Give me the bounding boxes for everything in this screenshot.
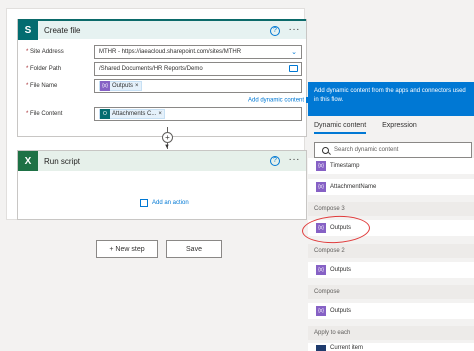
excel-icon: X xyxy=(18,151,38,171)
run-script-header[interactable]: X Run script ? ··· xyxy=(18,151,306,171)
help-icon[interactable]: ? xyxy=(270,26,280,36)
list-item[interactable]: {x} Timestamp xyxy=(308,158,474,174)
add-action-label: Add an action xyxy=(152,200,189,206)
list-icon xyxy=(316,345,326,351)
variable-icon: {x} xyxy=(316,182,326,192)
item-label: AttachmentName xyxy=(330,184,377,190)
site-address-value: MTHR - https://iaeacloud.sharepoint.com/… xyxy=(99,49,242,55)
variable-icon: {x} xyxy=(316,265,326,275)
token-label: Outputs xyxy=(112,83,134,89)
file-name-label: * File Name xyxy=(26,83,58,89)
variable-icon: {x} xyxy=(316,306,326,316)
variable-icon: {x} xyxy=(316,161,326,171)
search-placeholder: Search dynamic content xyxy=(334,147,399,153)
outlook-icon: O xyxy=(100,109,110,119)
folder-path-label: * Folder Path xyxy=(26,66,62,72)
folder-path-row: * Folder Path /Shared Documents/HR Repor… xyxy=(26,62,306,76)
run-script-card: X Run script ? ··· xyxy=(17,150,307,220)
item-label: Outputs xyxy=(330,267,352,273)
file-name-field[interactable]: {x} Outputs × xyxy=(94,79,302,93)
chevron-down-icon[interactable]: ⌄ xyxy=(291,48,297,56)
group-header[interactable]: Compose 3 xyxy=(308,202,474,216)
site-address-field[interactable]: MTHR - https://iaeacloud.sharepoint.com/… xyxy=(94,45,302,59)
folder-icon[interactable] xyxy=(289,65,298,72)
file-content-label: * File Content xyxy=(26,111,63,117)
list-item[interactable]: {x} Outputs xyxy=(308,262,474,278)
add-dynamic-content-link[interactable]: Add dynamic content+ xyxy=(248,97,314,104)
group-header[interactable]: Apply to each xyxy=(308,326,474,340)
variable-icon: {x} xyxy=(100,81,110,91)
token-label: Attachments C... xyxy=(112,111,157,117)
more-options-icon[interactable]: ··· xyxy=(289,24,301,35)
add-action-button[interactable]: Add an action xyxy=(140,199,189,207)
save-button[interactable]: Save xyxy=(166,240,222,258)
attachments-token[interactable]: O Attachments C... × xyxy=(99,109,165,119)
list-item[interactable]: Current item xyxy=(308,343,474,351)
site-address-label: * Site Address xyxy=(26,49,64,55)
tab-dynamic-content[interactable]: Dynamic content xyxy=(314,120,367,134)
more-options-icon[interactable]: ··· xyxy=(289,154,301,165)
item-label: Current item xyxy=(330,345,364,351)
new-step-button[interactable]: + New step xyxy=(96,240,158,258)
top-toolbar-strip xyxy=(0,0,474,8)
search-icon xyxy=(322,146,329,154)
outputs-token[interactable]: {x} Outputs × xyxy=(99,81,142,91)
search-input[interactable]: Search dynamic content xyxy=(314,142,472,158)
item-label: Timestamp xyxy=(330,163,360,169)
card-title: Create file xyxy=(44,25,81,35)
panel-banner: Add dynamic content from the apps and co… xyxy=(308,82,474,116)
folder-path-field[interactable]: /Shared Documents/HR Reports/Demo xyxy=(94,62,302,76)
create-file-card: S Create file ? ··· * Site Address MTHR … xyxy=(17,19,314,137)
tab-expression[interactable]: Expression xyxy=(382,120,417,134)
add-action-icon xyxy=(140,199,148,207)
remove-token-icon[interactable]: × xyxy=(135,83,139,89)
group-header[interactable]: Compose xyxy=(308,285,474,299)
file-name-row: * File Name {x} Outputs × xyxy=(26,79,306,93)
remove-token-icon[interactable]: × xyxy=(158,111,162,117)
create-file-header[interactable]: S Create file ? ··· xyxy=(18,19,306,40)
list-item[interactable]: {x} AttachmentName xyxy=(308,179,474,195)
list-item[interactable]: {x} Outputs xyxy=(308,303,474,319)
insert-step-icon[interactable]: + xyxy=(162,132,173,143)
folder-path-value: /Shared Documents/HR Reports/Demo xyxy=(99,66,203,72)
flow-canvas: S Create file ? ··· * Site Address MTHR … xyxy=(6,8,314,220)
group-header[interactable]: Compose 2 xyxy=(308,244,474,258)
file-content-field[interactable]: O Attachments C... × xyxy=(94,107,302,121)
item-label: Outputs xyxy=(330,308,352,314)
sharepoint-icon: S xyxy=(18,20,38,40)
card-title: Run script xyxy=(44,156,81,166)
site-address-row: * Site Address MTHR - https://iaeacloud.… xyxy=(26,45,306,59)
file-content-row: * File Content O Attachments C... × xyxy=(26,107,306,121)
panel-tabs: Dynamic content Expression xyxy=(308,120,474,134)
help-icon[interactable]: ? xyxy=(270,156,280,166)
